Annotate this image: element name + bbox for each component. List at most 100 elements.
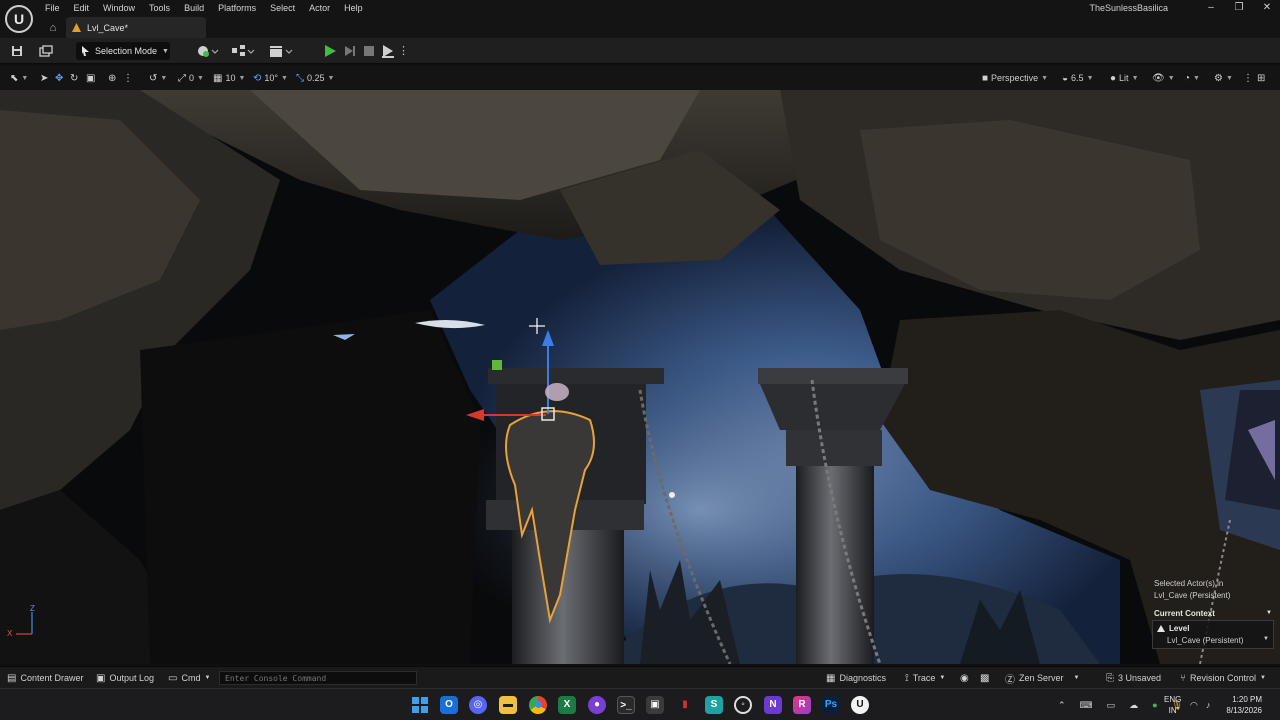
more-options-icon[interactable]: ⋮ <box>398 43 409 59</box>
close-icon[interactable]: ✕ <box>1252 0 1280 16</box>
start-icon[interactable] <box>411 696 429 714</box>
grid-snap-toggle[interactable]: ▦ 10 ▼ <box>213 70 245 86</box>
menu-actor[interactable]: Actor <box>302 0 337 16</box>
zen-server-dropdown[interactable]: Ⓩ Zen Server ▼ <box>1005 671 1079 686</box>
axis-x-label: X <box>7 629 13 638</box>
clock[interactable]: 1:20 PM 8/13/2026 <box>1226 694 1262 716</box>
home-tab-icon[interactable]: ⌂ <box>40 18 66 38</box>
revision-control-dropdown[interactable]: ⑂ Revision Control ▼ <box>1180 671 1266 685</box>
photoshop-icon[interactable]: Ps <box>822 696 840 714</box>
app-icon-circle[interactable]: ◦ <box>734 696 752 714</box>
perspective-dropdown[interactable]: ■ Perspective ▼ <box>982 70 1048 86</box>
console-command-input[interactable] <box>219 671 417 685</box>
cmd-label: Cmd <box>181 673 201 683</box>
add-actor-icon[interactable] <box>196 43 220 59</box>
controller-icon[interactable]: ⌨ <box>1080 700 1093 711</box>
scale-snap-value: 0.25 <box>307 73 325 83</box>
viewport-settings-dropdown[interactable]: ⚙ ▼ <box>1214 70 1233 86</box>
cinematics-icon[interactable] <box>268 43 294 59</box>
angle-snap-value: 10° <box>264 73 279 83</box>
menu-select[interactable]: Select <box>263 0 302 16</box>
menu-edit[interactable]: Edit <box>67 0 97 16</box>
level-viewport[interactable]: Z X Selected Actor(s) in Lvl_Cave (Persi… <box>0 90 1280 664</box>
file-explorer-icon[interactable]: ▬ <box>499 696 517 714</box>
trace-dropdown[interactable]: ⟟ Trace ▼ <box>905 671 945 685</box>
diagnostics-button[interactable]: ▦ Diagnostics <box>826 671 886 685</box>
surface-snap-dropdown[interactable]: ↺ ▼ <box>149 70 167 86</box>
volume-icon[interactable]: ♪ <box>1206 700 1211 710</box>
unreal-icon[interactable]: U <box>851 696 869 714</box>
unreal-logo-icon[interactable]: U <box>5 5 33 33</box>
menu-help[interactable]: Help <box>337 0 370 16</box>
security-icon[interactable]: ● <box>1152 700 1157 710</box>
rider-icon[interactable]: R <box>793 696 811 714</box>
chevron-down-icon: ▼ <box>939 675 946 681</box>
show-flags-dropdown[interactable]: 👁 ▼ <box>1152 70 1175 86</box>
windows-taskbar: O ◎ ▬ X ● >_ ▣ ▮ S ◦ N R Ps U ⌃ ⌨ ▭ ☁ ● … <box>0 688 1280 720</box>
excel-icon[interactable]: X <box>558 696 576 714</box>
language-indicator[interactable]: ENG IN <box>1164 694 1181 716</box>
axis-z-label: Z <box>30 604 35 613</box>
terminal-icon[interactable]: >_ <box>617 696 635 714</box>
app-icon[interactable]: ▣ <box>646 696 664 714</box>
wifi-icon[interactable]: ◠ <box>1190 700 1198 711</box>
lit-dropdown[interactable]: ● Lit ▼ <box>1110 70 1139 86</box>
camera-speed-dropdown[interactable]: ◒ 6.5 ▼ <box>1062 70 1094 86</box>
layout-icon[interactable]: ⊞ <box>1257 70 1265 86</box>
selection-mode-dropdown[interactable]: Selection Mode ▼ <box>76 42 170 60</box>
step-icon[interactable] <box>342 43 358 59</box>
screenshot-icon[interactable]: ▩ <box>980 671 989 685</box>
save-icon[interactable] <box>9 43 25 59</box>
menu-build[interactable]: Build <box>177 0 211 16</box>
chrome-icon[interactable] <box>529 696 547 714</box>
eject-icon[interactable] <box>380 43 396 59</box>
github-icon[interactable]: ● <box>588 696 606 714</box>
tab-level[interactable]: Lvl_Cave* <box>66 17 206 38</box>
performance-dropdown[interactable]: ◔ ▼ <box>1184 70 1200 86</box>
rotation-snap-toggle[interactable]: ⤢ 0 ▼ <box>178 70 204 86</box>
app-icon-teal[interactable]: S <box>705 696 723 714</box>
menu-tools[interactable]: Tools <box>142 0 177 16</box>
blueprint-icon[interactable] <box>230 43 256 59</box>
stop-icon[interactable] <box>361 43 377 59</box>
content-browser-icon[interactable] <box>38 43 54 59</box>
cloud-icon[interactable]: ☁ <box>1129 700 1138 711</box>
select-mode-icon[interactable]: ➤ <box>40 70 48 86</box>
monitor-icon[interactable]: ▭ <box>1107 700 1116 711</box>
menu-file[interactable]: File <box>38 0 67 16</box>
selected-actors-line1: Selected Actor(s) in <box>1154 579 1224 588</box>
world-space-icon[interactable]: ⊕ <box>108 70 116 86</box>
visual-studio-icon[interactable]: N <box>764 696 782 714</box>
menu-window[interactable]: Window <box>96 0 142 16</box>
maximize-icon[interactable]: ❐ <box>1224 0 1254 16</box>
scale-icon[interactable]: ▣ <box>86 70 95 86</box>
document-tabs: ⌂ Lvl_Cave* <box>40 17 206 38</box>
scale-snap-toggle[interactable]: ⤡ 0.25 ▼ <box>296 70 334 86</box>
rotate-icon[interactable]: ↻ <box>70 70 78 86</box>
app-icon-red[interactable]: ▮ <box>676 696 694 714</box>
lang-line2: IN <box>1168 706 1177 715</box>
trace-label: Trace <box>912 673 936 683</box>
play-icon[interactable] <box>322 43 338 59</box>
chevron-up-icon[interactable]: ⌃ <box>1058 700 1066 711</box>
outlook-icon[interactable]: O <box>440 696 458 714</box>
translate-icon[interactable]: ✥ <box>55 70 63 86</box>
content-drawer-button[interactable]: ▤ Content Drawer <box>7 671 83 685</box>
cmd-dropdown[interactable]: ▭ Cmd ▼ <box>168 671 210 685</box>
content-drawer-label: Content Drawer <box>20 673 84 683</box>
select-tool-dropdown[interactable]: ⬉ ▼ <box>10 70 28 86</box>
clock-time: 1:20 PM <box>1232 695 1262 704</box>
more-icon[interactable]: ⋮ <box>123 70 133 86</box>
lang-line1: ENG <box>1164 695 1182 704</box>
viewport-more-icon[interactable]: ⋮ <box>1243 70 1253 86</box>
chevron-down-icon: ▼ <box>204 675 211 681</box>
level-dropdown[interactable]: Lvl_Cave (Persistent) ▼ <box>1157 636 1269 645</box>
menu-platforms[interactable]: Platforms <box>211 0 263 16</box>
record-icon[interactable]: ◉ <box>960 671 969 685</box>
current-context-header[interactable]: Current Context ▼ <box>1152 606 1274 620</box>
unsaved-button[interactable]: ⎘ 3 Unsaved <box>1106 671 1161 685</box>
discord-icon[interactable]: ◎ <box>469 696 487 714</box>
angle-snap-toggle[interactable]: ⟲ 10° ▼ <box>253 70 288 86</box>
minimize-icon[interactable]: – <box>1196 0 1226 16</box>
output-log-button[interactable]: ▣ Output Log <box>96 671 154 685</box>
